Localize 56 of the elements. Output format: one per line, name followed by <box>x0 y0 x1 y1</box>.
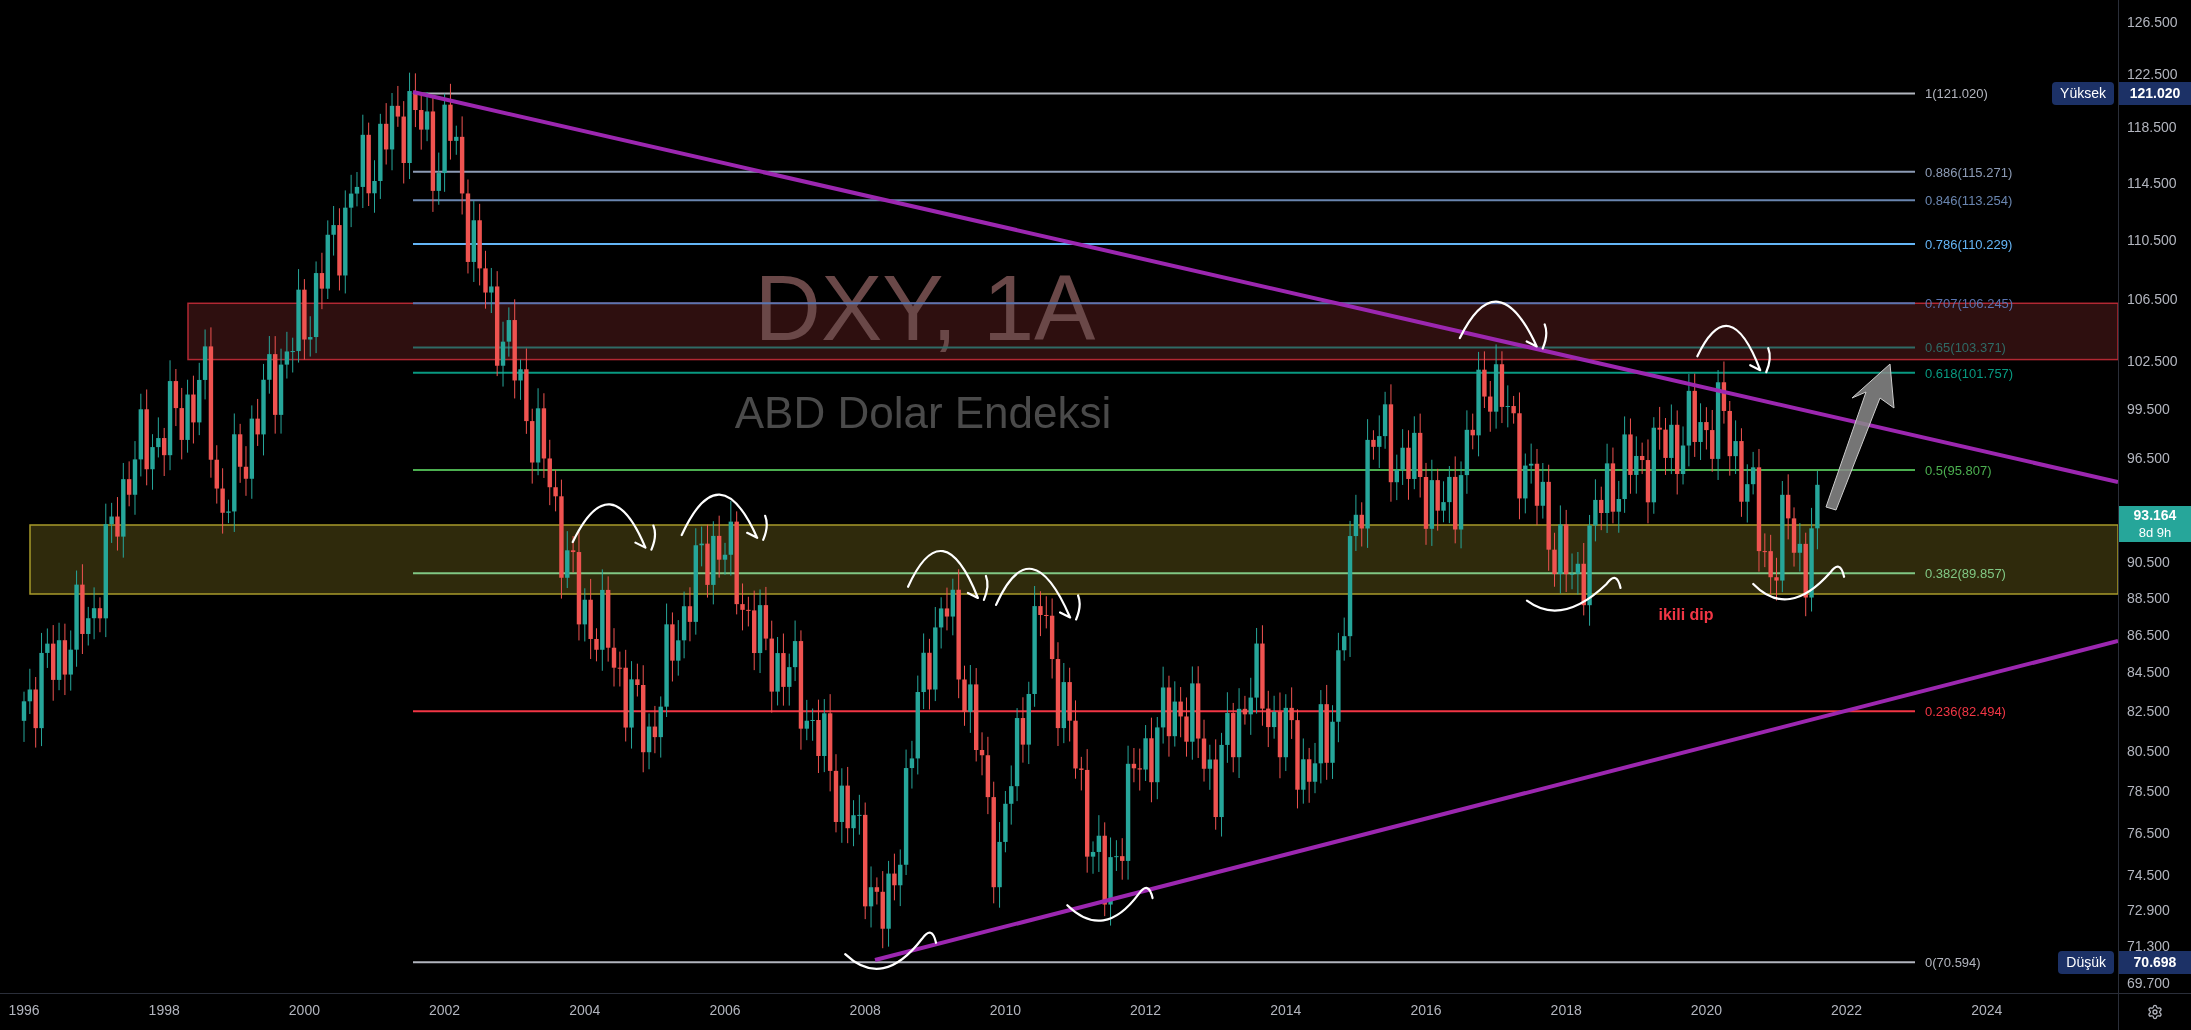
up-arrow-icon <box>1825 363 1895 511</box>
price-tick-label: 72.900 <box>2127 903 2170 918</box>
price-tick-label: 114.500 <box>2127 175 2177 190</box>
price-tick-label: 118.500 <box>2127 120 2177 135</box>
time-tick-label: 2016 <box>1410 1003 1442 1017</box>
price-tick-label: 76.500 <box>2127 825 2170 840</box>
price-tick-label: 126.500 <box>2127 15 2178 29</box>
time-tick-label: 2000 <box>288 1003 320 1017</box>
time-tick-label: 2014 <box>1270 1003 1302 1017</box>
fib-level-label: 1(121.020) <box>1925 86 1988 102</box>
time-tick-label: 2006 <box>709 1003 741 1017</box>
time-tick-label: 2022 <box>1831 1003 1863 1017</box>
price-tick-label: 82.500 <box>2127 704 2170 719</box>
price-tick-label: 96.500 <box>2127 451 2170 466</box>
price-tick-label: 74.500 <box>2127 868 2170 883</box>
time-tick-label: 2012 <box>1130 1003 1162 1017</box>
time-tick-label: 2010 <box>989 1003 1021 1017</box>
fib-level-label: 0.886(115.271) <box>1925 164 2013 180</box>
fib-level-label: 0.236(82.494) <box>1925 704 2006 720</box>
annotation-label: ikili dip <box>1658 606 1714 623</box>
fib-level-label: 0.65(103.371) <box>1925 340 2006 356</box>
last-price: 93.164 <box>2133 507 2177 525</box>
high-label: Yüksek <box>2052 82 2114 105</box>
price-tick-label: 106.500 <box>2127 292 2178 307</box>
time-tick-label: 1998 <box>148 1003 180 1017</box>
fib-level-label: 0.5(95.807) <box>1925 463 1992 478</box>
price-tick-label: 99.500 <box>2127 402 2170 416</box>
time-tick-label: 2008 <box>849 1003 881 1017</box>
price-tick-label: 90.500 <box>2127 554 2170 569</box>
time-tick-label: 2020 <box>1690 1003 1722 1017</box>
price-tick-label: 69.700 <box>2127 975 2170 990</box>
time-tick-label: 2024 <box>1971 1003 2003 1017</box>
low-label: Düşük <box>2058 951 2114 974</box>
time-tick-label: 2004 <box>569 1003 601 1017</box>
high-price-badge: 121.020 <box>2119 82 2191 105</box>
price-tick-label: 78.500 <box>2127 784 2170 799</box>
settings-icon[interactable] <box>2147 1004 2163 1020</box>
price-tick-label: 102.500 <box>2127 354 2178 369</box>
name-watermark: ABD Dolar Endeksi <box>734 388 1112 437</box>
price-tick-label: 71.300 <box>2127 939 2170 954</box>
fib-level-label: 0(70.594) <box>1925 955 1981 971</box>
price-tick-label: 88.500 <box>2127 590 2170 605</box>
price-tick-label: 110.500 <box>2127 233 2177 247</box>
time-tick-label: 2002 <box>429 1003 461 1017</box>
price-tick-label: 86.500 <box>2127 627 2170 642</box>
price-tick-label: 80.500 <box>2127 743 2170 758</box>
price-tick-label: 122.500 <box>2127 66 2178 81</box>
price-tick-label: 84.500 <box>2127 665 2170 680</box>
time-tick-label: 1996 <box>8 1003 40 1017</box>
bar-countdown: 8d 9h <box>2138 524 2172 541</box>
fib-level-label: 0.846(113.254) <box>1925 193 2013 209</box>
fib-level-label: 0.618(101.757) <box>1925 365 2014 381</box>
fib-level-label: 0.382(89.857) <box>1925 566 2006 582</box>
time-tick-label: 2018 <box>1550 1003 1582 1017</box>
fib-level-label: 0.786(110.229) <box>1925 236 2013 252</box>
low-price-badge: 70.698 <box>2119 951 2191 974</box>
